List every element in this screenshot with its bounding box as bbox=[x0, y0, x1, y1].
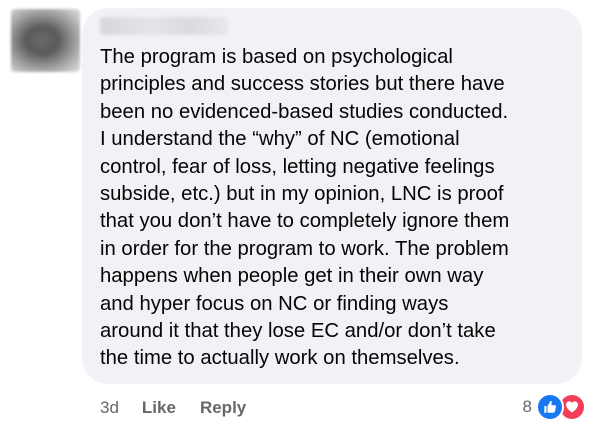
reaction-summary[interactable]: 8 bbox=[523, 392, 586, 422]
comment-text: The program is based on psychological pr… bbox=[100, 44, 575, 373]
comment-text-line: been no evidenced-based studies conducte… bbox=[100, 100, 509, 123]
timestamp[interactable]: 3d bbox=[100, 398, 119, 418]
comment-actions: 3d Like Reply bbox=[100, 396, 270, 420]
reply-button[interactable]: Reply bbox=[200, 398, 246, 418]
thumbs-up-icon bbox=[544, 401, 556, 413]
comment-row: The program is based on psychological pr… bbox=[0, 0, 600, 434]
comment-text-line: I understand the “why” of NC (emotional bbox=[100, 128, 460, 151]
comment-text-line: principles and success stories but there… bbox=[100, 73, 505, 96]
comment-text-line: subside, etc.) but in my opinion, LNC is… bbox=[100, 182, 504, 205]
like-button[interactable]: Like bbox=[142, 398, 176, 418]
comment-text-line: around it that they lose EC and/or don’t… bbox=[100, 319, 496, 342]
heart-icon bbox=[566, 401, 578, 413]
comment-text-line: happens when people get in their own way bbox=[100, 265, 484, 288]
avatar[interactable] bbox=[11, 9, 80, 72]
comment-text-line: that you don’t have to completely ignore… bbox=[100, 210, 510, 233]
comment-text-line: the time to actually work on themselves. bbox=[100, 347, 460, 370]
comment-text-line: The program is based on psychological bbox=[100, 46, 453, 68]
comment-text-line: in order for the program to work. The pr… bbox=[100, 237, 509, 260]
like-icon bbox=[536, 393, 564, 421]
comment-text-line: and hyper focus on NC or finding ways bbox=[100, 292, 449, 315]
author-name-redacted[interactable] bbox=[100, 17, 228, 35]
reaction-count: 8 bbox=[522, 397, 532, 416]
comment-text-line: control, fear of loss, letting negative … bbox=[100, 155, 495, 178]
